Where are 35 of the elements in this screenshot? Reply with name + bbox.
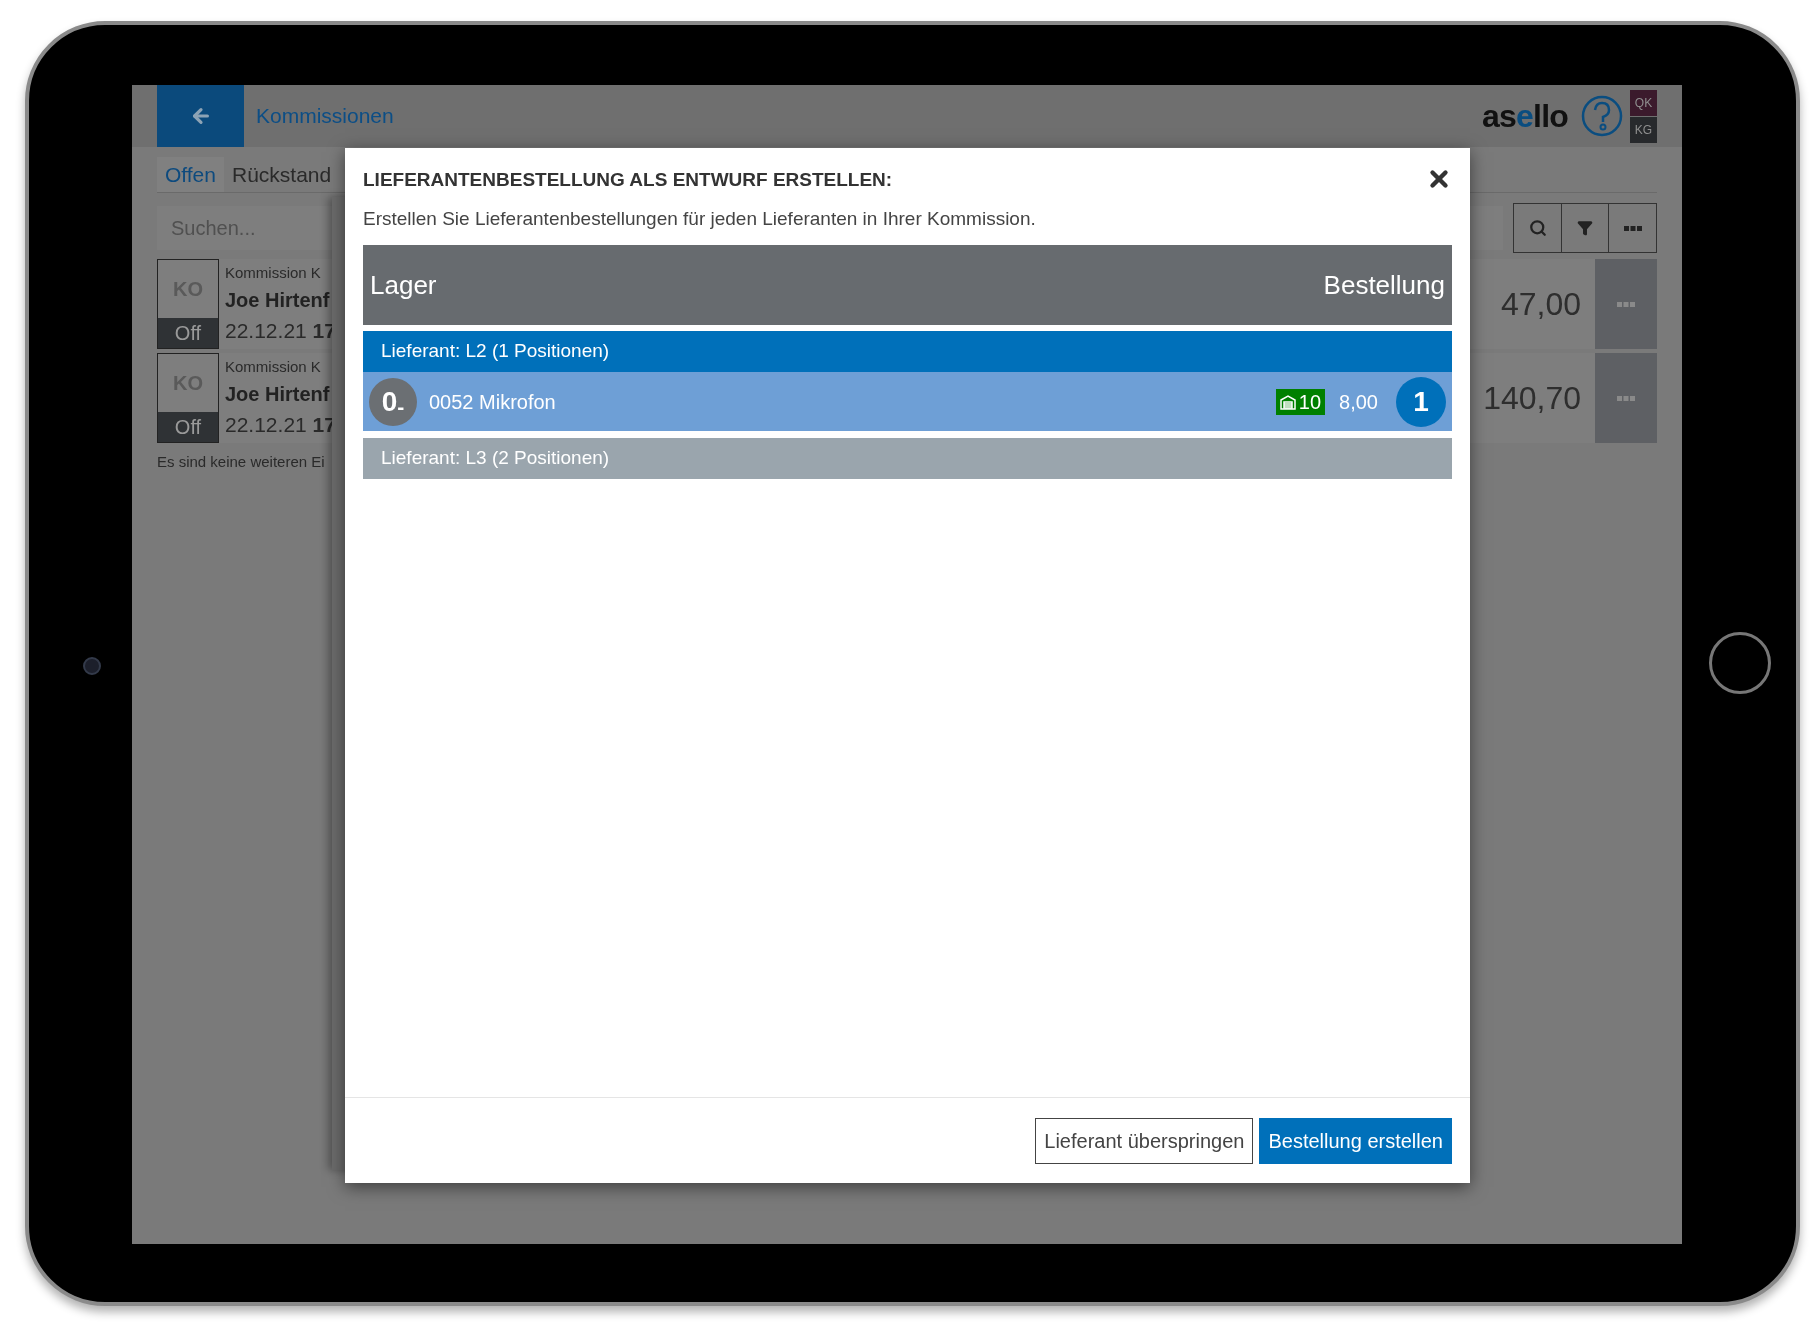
item-name: 0052 Mikrofon [429, 389, 556, 415]
home-button[interactable] [1709, 632, 1771, 694]
filter-icon [1577, 220, 1593, 236]
quantity-badge[interactable]: 1 [1396, 376, 1446, 427]
more-icon [1623, 225, 1642, 231]
search-icon [1528, 219, 1547, 237]
warehouse-icon [1279, 393, 1296, 410]
dialog-subtitle: Erstellen Sie Lieferantenbestellungen für jeden Lieferanten in Ihrer Kommission. [363, 206, 1037, 231]
camera-icon [83, 657, 101, 675]
item-row[interactable]: 0$_{-}$ 0052 Mikrofon 10 8,00 1 [363, 372, 1452, 432]
stock-badge: 10 [1275, 388, 1326, 415]
skip-supplier-button[interactable]: Lieferant überspringen [1035, 1117, 1254, 1164]
column-header: Bestellung [1323, 268, 1445, 302]
customer-name: Joe Hirtenf [225, 381, 331, 407]
user-badge[interactable]: QK [1630, 89, 1657, 116]
row-amount: 140,70 [1483, 379, 1581, 418]
create-order-button[interactable]: Bestellung erstellen [1259, 1117, 1452, 1164]
status-label: Off [158, 318, 218, 348]
ordered-count: 0$_{-}$ [369, 377, 417, 426]
status-label: Off [158, 412, 218, 442]
tab[interactable]: Rückstand [224, 157, 340, 192]
page-title: Kommissionen [256, 103, 394, 130]
dialog-title: LIEFERANTENBESTELLUNG ALS ENTWURF ERSTELLEN: [363, 168, 893, 192]
user-badge[interactable]: KG [1630, 116, 1657, 143]
more-icon [1617, 301, 1635, 307]
item-price: 8,00 [1339, 389, 1378, 415]
supplier-group[interactable]: Lieferant: L2 (1 Positionen) [363, 331, 1452, 372]
customer-name: Joe Hirtenf [225, 287, 331, 313]
row-amount: 47,00 [1500, 285, 1581, 324]
row-title: Kommission K [225, 357, 322, 377]
column-header: Lager [370, 268, 437, 302]
logo: asello [1482, 97, 1568, 136]
more-icon [1617, 395, 1635, 401]
list-end-note: Es sind keine weiteren Ei [157, 452, 325, 472]
row-title: Kommission K [225, 263, 322, 283]
